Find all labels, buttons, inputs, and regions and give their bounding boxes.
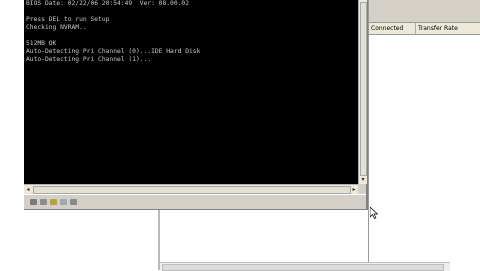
folder-icon[interactable] xyxy=(50,199,57,205)
console-line: 512MB OK xyxy=(26,40,57,47)
horizontal-scroll-thumb[interactable] xyxy=(33,186,351,194)
floppy-icon[interactable] xyxy=(40,199,47,205)
host-list-header: Connected Transfer Rate xyxy=(369,22,480,35)
settings-icon[interactable] xyxy=(70,199,77,205)
scrollbar-corner xyxy=(358,184,366,193)
scroll-right-icon[interactable]: ▸ xyxy=(350,185,358,194)
console-line: Auto-Detecting Pri Channel (1)... xyxy=(26,56,152,63)
console-line: Checking NVRAM.. xyxy=(26,24,87,31)
scroll-down-icon[interactable]: ▾ xyxy=(359,176,367,184)
vm-window[interactable]: BIOS Date: 02/22/06 20:54:49 Ver: 08.00.… xyxy=(24,0,368,210)
host-right-panel: Connected Transfer Rate xyxy=(368,0,480,270)
vm-console-screen[interactable]: BIOS Date: 02/22/06 20:54:49 Ver: 08.00.… xyxy=(24,0,358,184)
drive-icon[interactable] xyxy=(30,199,37,205)
vertical-scroll-thumb[interactable] xyxy=(360,2,367,176)
host-left-panel xyxy=(0,0,25,270)
scroll-left-icon[interactable]: ◂ xyxy=(24,185,32,194)
column-header-transfer-rate[interactable]: Transfer Rate xyxy=(416,23,480,34)
console-line: Auto-Detecting Pri Channel (0)...IDE Har… xyxy=(26,48,201,55)
console-line: Press DEL to run Setup xyxy=(26,16,110,23)
console-vertical-scrollbar[interactable]: ▾ xyxy=(358,0,367,184)
network-icon[interactable] xyxy=(60,199,67,205)
host-toolbar-area xyxy=(369,0,480,22)
console-line: BIOS Date: 02/22/06 20:54:49 Ver: 08.00.… xyxy=(26,0,190,7)
vm-status-bar xyxy=(24,194,366,209)
mouse-cursor-icon xyxy=(370,207,378,219)
host-lower-left-pane xyxy=(24,210,160,270)
column-header-connected[interactable]: Connected xyxy=(369,23,416,34)
console-horizontal-scrollbar[interactable]: ◂ ▸ xyxy=(24,184,358,194)
